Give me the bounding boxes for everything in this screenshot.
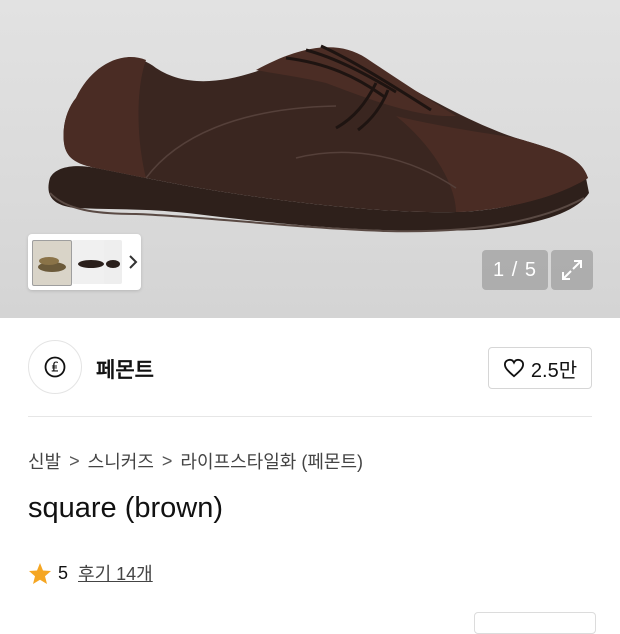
partial-option-box[interactable] xyxy=(474,612,596,634)
heart-icon xyxy=(503,358,524,378)
breadcrumb: 신발 > 스니커즈 > 라이프스타일화 (페몬트) xyxy=(28,448,363,474)
reviews-link[interactable]: 후기 14개 xyxy=(78,560,153,586)
breadcrumb-separator: > xyxy=(69,450,80,471)
product-title: square (brown) xyxy=(28,492,224,524)
product-image-gallery[interactable]: 1 / 5 xyxy=(0,0,620,318)
like-button[interactable]: 2.5만 xyxy=(488,347,592,389)
star-icon xyxy=(29,562,51,584)
brand-name[interactable]: 페몬트 xyxy=(96,354,154,384)
expand-icon xyxy=(562,260,582,280)
rating-row: 5 후기 14개 xyxy=(28,560,153,586)
breadcrumb-item[interactable]: 신발 xyxy=(28,448,61,474)
breadcrumb-separator: > xyxy=(161,450,173,471)
thumbnail-3[interactable] xyxy=(104,240,122,284)
chevron-right-icon[interactable] xyxy=(124,252,142,272)
product-image xyxy=(48,44,590,233)
brand-logo-glyph: ₤ xyxy=(51,361,59,376)
expand-button[interactable] xyxy=(551,250,593,290)
brand-logo-icon: ₤ xyxy=(44,356,66,378)
rating-score: 5 xyxy=(58,562,69,583)
thumbnail-strip[interactable] xyxy=(28,234,141,290)
image-counter: 1 / 5 xyxy=(482,250,548,290)
thumbnail-1[interactable] xyxy=(32,240,72,286)
like-count: 2.5만 xyxy=(530,359,578,382)
divider xyxy=(28,416,592,417)
breadcrumb-item[interactable]: 스니커즈 xyxy=(88,448,154,474)
breadcrumb-item[interactable]: 라이프스타일화 (페몬트) xyxy=(180,448,363,474)
brand-row: ₤ 페몬트 2.5만 xyxy=(28,340,592,396)
brand-logo[interactable]: ₤ xyxy=(28,340,82,394)
